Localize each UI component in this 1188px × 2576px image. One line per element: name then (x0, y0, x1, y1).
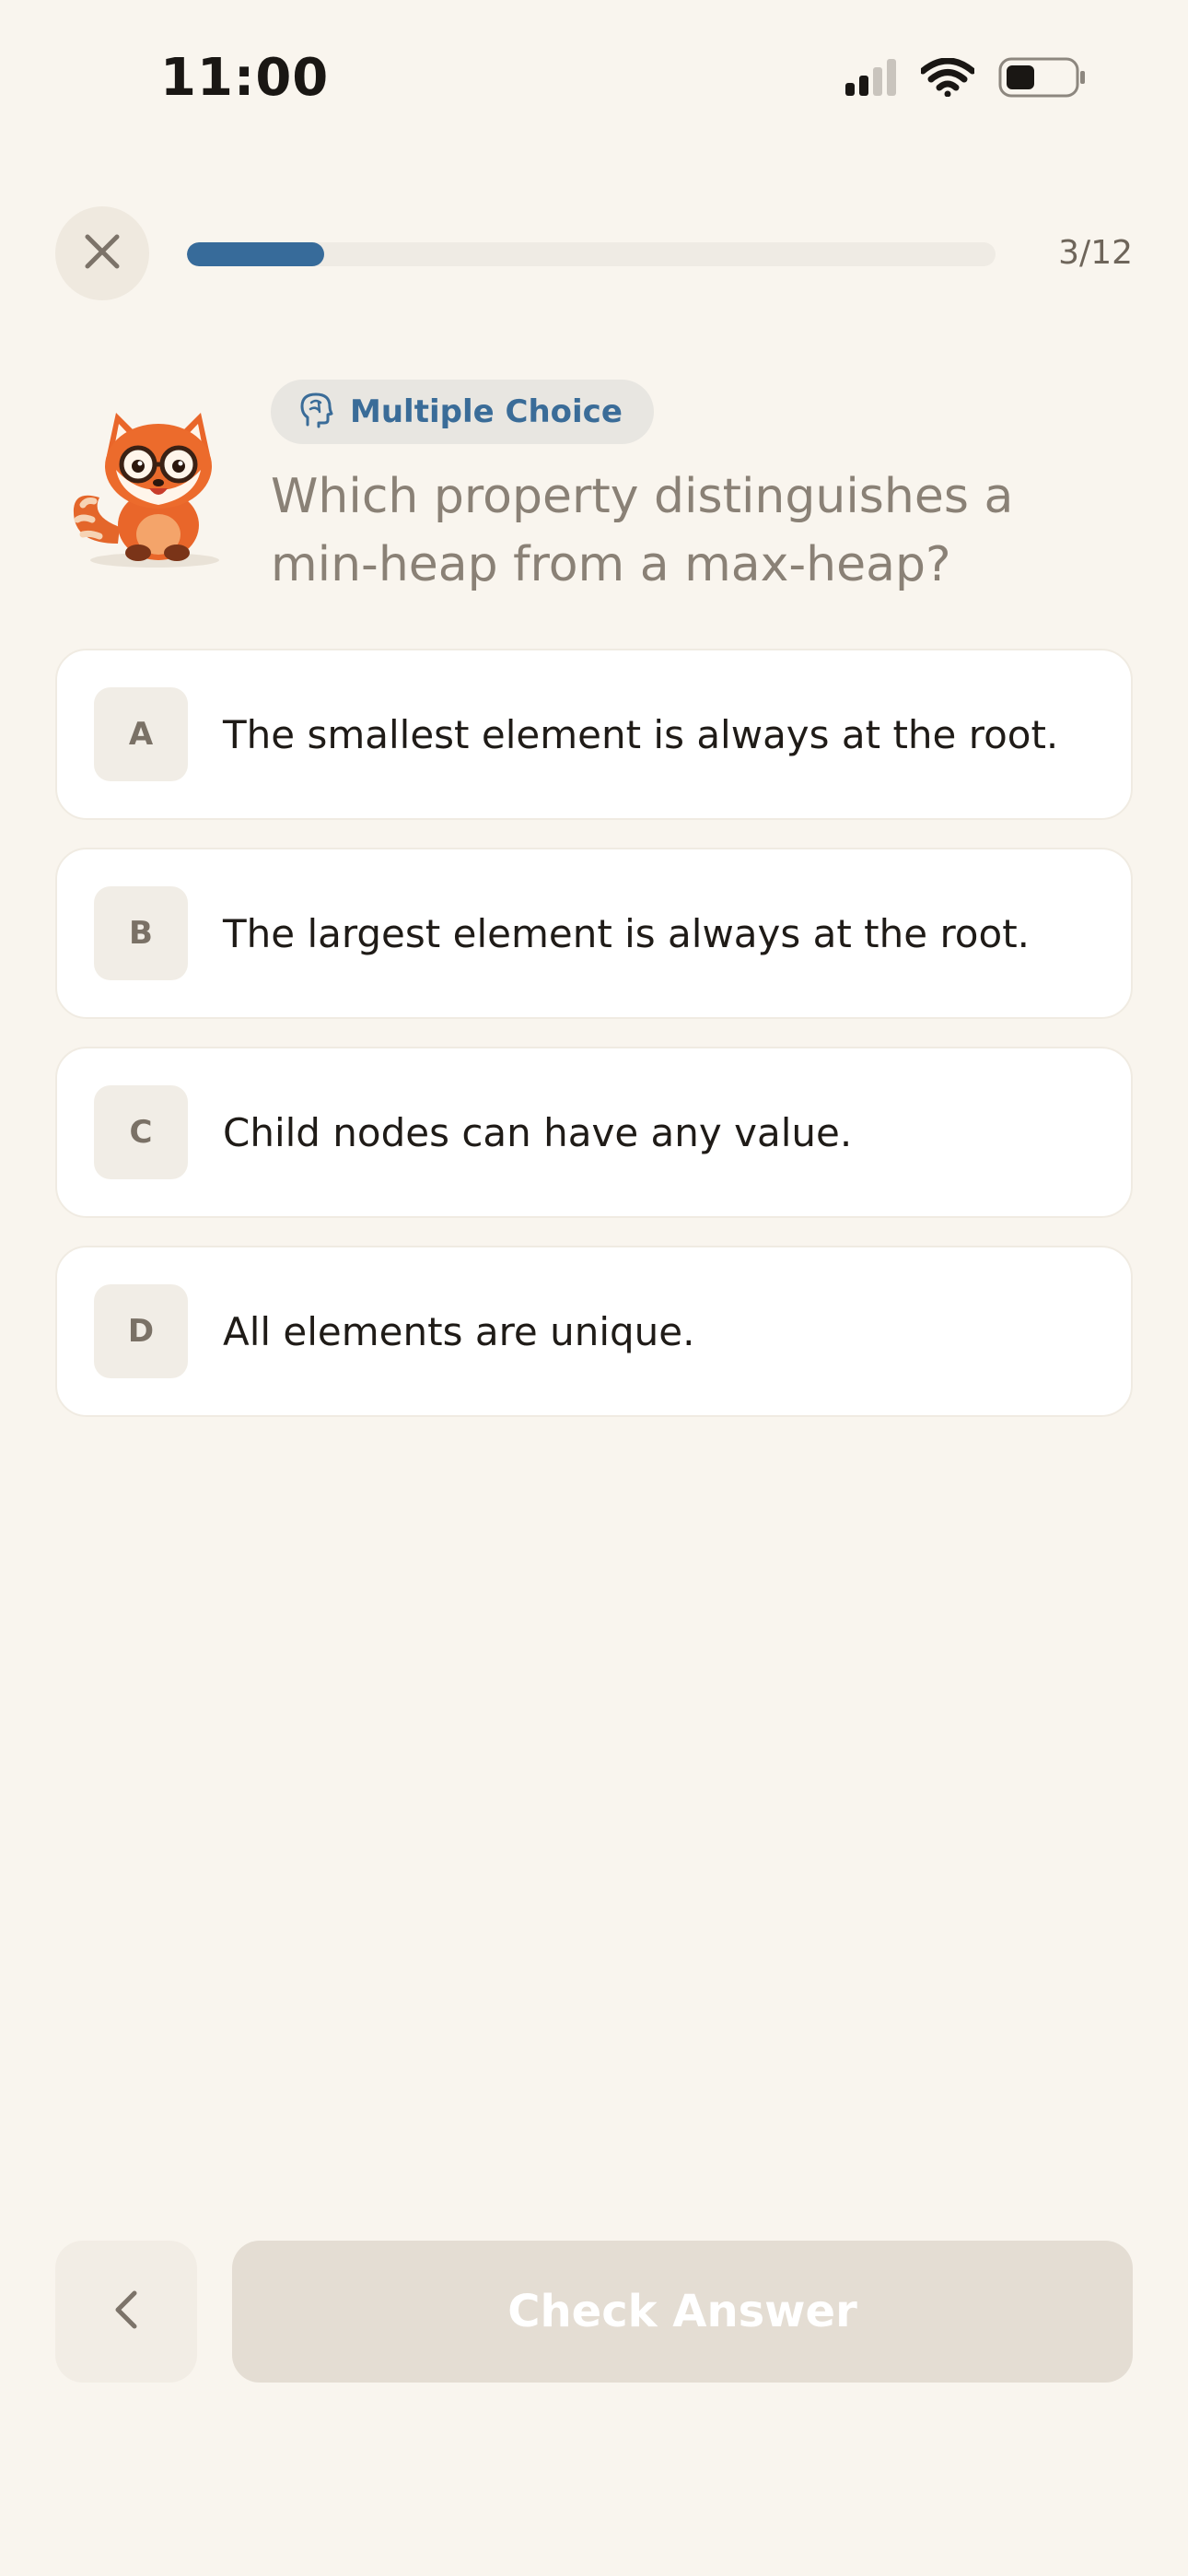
cellular-signal-icon (845, 59, 897, 100)
battery-icon (998, 57, 1087, 102)
progress-bar (187, 242, 996, 266)
option-c[interactable]: C Child nodes can have any value. (55, 1047, 1133, 1218)
brain-icon (300, 392, 333, 433)
check-answer-button[interactable]: Check Answer (232, 2241, 1133, 2383)
progress-count: 3/12 (1058, 234, 1133, 272)
question-type-label: Multiple Choice (350, 393, 623, 430)
question-type-badge: Multiple Choice (271, 380, 654, 444)
status-time: 11:00 (160, 48, 330, 108)
status-bar: 11:00 (0, 0, 1188, 157)
option-letter: B (94, 886, 188, 980)
answer-options: A The smallest element is always at the … (55, 649, 1133, 1445)
close-button[interactable] (55, 206, 149, 300)
status-icons (845, 57, 1087, 102)
option-text: The smallest element is always at the ro… (223, 711, 1059, 757)
chevron-left-icon (112, 2289, 140, 2335)
question-text: Which property distinguishes a min-heap … (271, 469, 1014, 592)
back-button[interactable] (55, 2241, 197, 2383)
option-text: All elements are unique. (223, 1308, 695, 1354)
wifi-icon (919, 57, 976, 101)
option-letter: A (94, 687, 188, 781)
option-letter: C (94, 1085, 188, 1179)
option-a[interactable]: A The smallest element is always at the … (55, 649, 1133, 820)
progress-fill (187, 242, 325, 266)
red-panda-mascot (63, 405, 232, 575)
close-icon (84, 233, 121, 275)
quiz-header: 3/12 (55, 206, 1133, 302)
option-text: The largest element is always at the roo… (223, 910, 1031, 956)
option-b[interactable]: B The largest element is always at the r… (55, 848, 1133, 1019)
option-letter: D (94, 1284, 188, 1378)
option-text: Child nodes can have any value. (223, 1109, 853, 1155)
option-d[interactable]: D All elements are unique. (55, 1246, 1133, 1417)
